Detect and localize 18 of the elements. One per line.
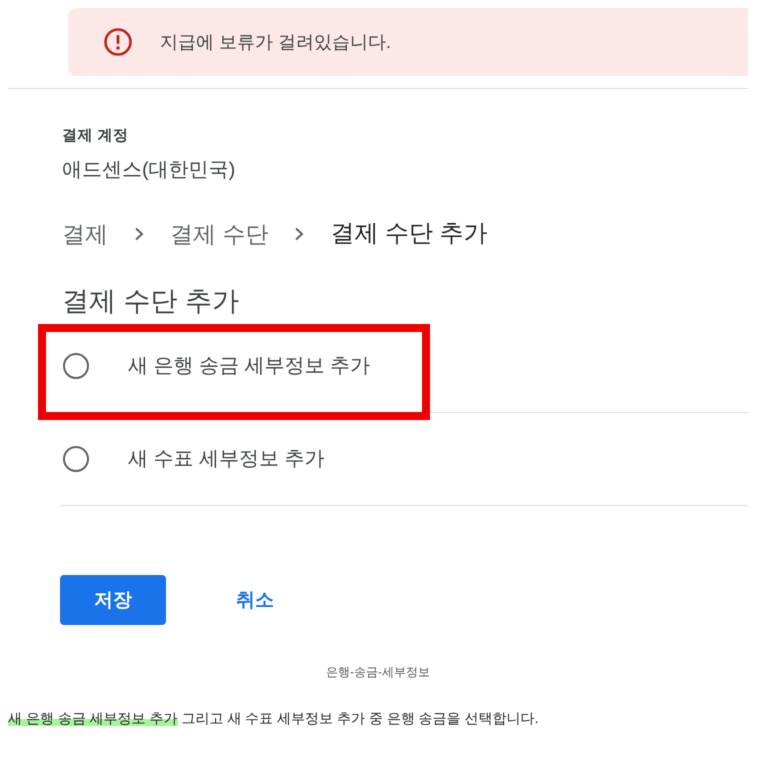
- section-heading: 결제 수단 추가: [62, 285, 240, 318]
- field-label: 결제 계정: [62, 126, 130, 146]
- body-paragraph: 새 은행 송금 세부정보 추가 그리고 새 수표 세부정보 추가 중 은행 송금을 선택합니다.: [8, 709, 540, 728]
- option-label[interactable]: 새 수표 세부정보 추가: [128, 446, 325, 472]
- field-value: 애드센스(대한민국): [62, 158, 236, 182]
- breadcrumb-link[interactable]: 결제 수단: [170, 218, 268, 250]
- alert-icon: [104, 28, 132, 56]
- radio-button[interactable]: [63, 446, 89, 472]
- chevron-right-icon: [294, 227, 304, 241]
- radio-button[interactable]: [63, 353, 89, 379]
- option-label[interactable]: 새 은행 송금 세부정보 추가: [128, 353, 370, 379]
- image-caption: 은행-송금-세부정보: [325, 664, 431, 681]
- save-button[interactable]: 저장: [60, 575, 166, 625]
- cancel-button[interactable]: 취소: [220, 580, 290, 620]
- alert-message: 지급에 보류가 걸려있습니다.: [160, 31, 392, 54]
- breadcrumb-link[interactable]: 결제: [62, 218, 108, 250]
- breadcrumb-current-page: 결제 수단 추가: [330, 219, 488, 249]
- chevron-right-icon: [134, 227, 144, 241]
